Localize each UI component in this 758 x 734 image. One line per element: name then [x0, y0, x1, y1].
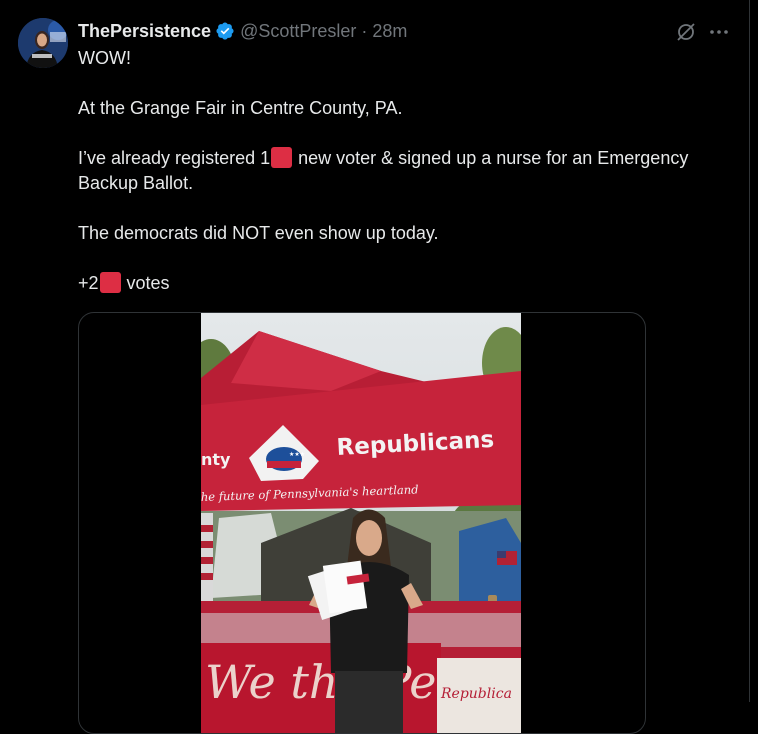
svg-text:★★★: ★★★ — [289, 451, 305, 458]
separator-dot: · — [361, 20, 368, 41]
tweet-line: I’ve already registered 1 new voter & si… — [78, 147, 689, 193]
verified-badge-icon — [215, 21, 235, 41]
banner-left-text: nty — [201, 450, 231, 469]
video-player[interactable]: ★★★ nty Republicans he future of Pennsyl… — [201, 313, 521, 733]
tweet-text: WOW! At the Grange Fair in Centre County… — [78, 46, 738, 321]
display-name[interactable]: ThePersistence — [78, 21, 211, 42]
timestamp[interactable]: 28m — [372, 21, 407, 42]
more-options-icon[interactable] — [707, 20, 731, 44]
timeline-border — [749, 0, 750, 702]
grok-icon[interactable] — [674, 20, 698, 44]
tweet-line: The democrats did NOT even show up today… — [78, 223, 439, 243]
video-frame-image: ★★★ nty Republicans he future of Pennsyl… — [201, 313, 521, 733]
media-card[interactable]: ★★★ nty Republicans he future of Pennsyl… — [78, 312, 646, 734]
red-square-emoji — [271, 147, 293, 168]
tweet-line: WOW! — [78, 48, 131, 68]
avatar[interactable] — [18, 18, 68, 68]
tweet[interactable]: ThePersistence @ScottPresler · 28m WOW! … — [0, 0, 749, 734]
red-square-emoji — [99, 272, 121, 293]
tweet-line: +2 votes — [78, 272, 170, 293]
tweet-line: At the Grange Fair in Centre County, PA. — [78, 98, 403, 118]
handle[interactable]: @ScottPresler — [240, 21, 356, 42]
sign-text: Republica — [440, 686, 512, 702]
tweet-header: ThePersistence @ScottPresler · 28m — [78, 19, 407, 43]
